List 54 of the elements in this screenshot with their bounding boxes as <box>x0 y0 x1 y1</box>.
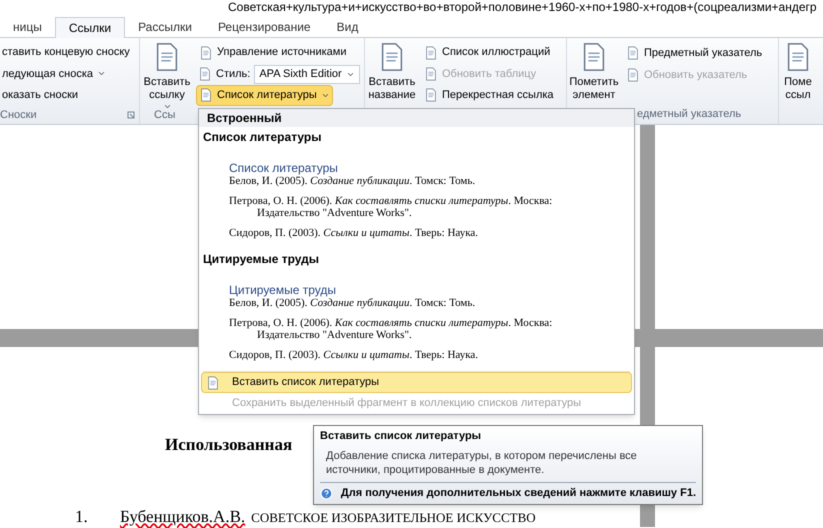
reference-entry: Сидоров, П. (2003). Ссылки и цитаты. Тверь: Наука. <box>229 227 480 239</box>
large-ribbon-button[interactable]: Поме ссыл <box>781 42 815 106</box>
ribbon-button[interactable]: ставить концевую сноску <box>2 42 130 64</box>
document-icon <box>424 88 438 102</box>
reference-entry: Петрова, О. Н. (2006). Как составлять списки литературы. Москва: Издательство "Adventure Works". <box>229 195 554 219</box>
document-icon <box>198 67 212 81</box>
ribbon-button[interactable]: Предметный указатель <box>623 42 766 64</box>
document-icon <box>626 46 640 60</box>
preview-title: Цитируемые труды <box>229 283 336 297</box>
reference-entry: Белов, И. (2005). Создание публикации. Томск: Томь. <box>229 297 476 309</box>
tooltip-title: Вставить список литературы <box>320 429 482 443</box>
style-label: Стиль: <box>216 66 250 82</box>
large-ribbon-button[interactable]: Пометить элемент <box>569 42 619 106</box>
section-label: Список литературы <box>202 129 322 145</box>
ribbon-button[interactable]: оказать сноски <box>2 84 130 106</box>
document-icon <box>199 46 213 60</box>
menu-header: Встроенный <box>207 110 282 127</box>
caret-icon <box>162 102 172 111</box>
book-title: СОВЕТСКОЕ ИЗОБРАЗИТЕЛЬНОЕ ИСКУССТВО <box>251 509 536 527</box>
help-icon <box>320 486 333 501</box>
large-ribbon-button[interactable]: Вставить ссылку <box>142 42 192 106</box>
ribbon-tab[interactable]: ницы <box>0 16 55 37</box>
group-label: едметный указатель <box>637 107 742 122</box>
document-heading: Использованная <box>165 435 292 455</box>
ribbon-button[interactable]: Управление источниками <box>196 42 350 64</box>
ribbon-tab[interactable]: Вид <box>324 16 372 37</box>
author-name: Бубенщиков.А.В. <box>120 507 246 527</box>
style-select[interactable]: APA Sixth Editior <box>254 64 360 84</box>
group-label: Ссы <box>154 108 176 123</box>
ribbon-button[interactable]: Список иллюстраций <box>421 42 554 64</box>
document-icon <box>626 68 640 82</box>
document-icon <box>199 88 213 102</box>
ribbon-tab[interactable]: Ссылки <box>54 17 126 38</box>
ribbon-tab[interactable]: Рассылки <box>125 16 205 37</box>
preview-title: Список литературы <box>229 161 338 175</box>
large-ribbon-button[interactable]: Вставить название <box>367 42 417 106</box>
document-icon <box>206 376 220 390</box>
ribbon-tab[interactable]: Рецензирование <box>204 16 324 37</box>
tooltip-description: Добавление списка литературы, в котором перечислены все источники, процитированные в документе. <box>325 449 638 477</box>
reference-entry: Сидоров, П. (2003). Ссылки и цитаты. Тверь: Наука. <box>229 349 480 361</box>
menu-item[interactable]: Вставить список литературы <box>201 372 632 393</box>
reference-entry: Петрова, О. Н. (2006). Как составлять списки литературы. Москва: Издательство "Adventure Works". <box>229 317 554 341</box>
tooltip-help: Для получения дополнительных сведений нажмите клавишу F1. <box>340 486 696 501</box>
group-label: Сноски <box>0 108 37 123</box>
list-number: 1. <box>75 507 89 527</box>
dialog-launcher-icon[interactable] <box>127 111 135 119</box>
document-icon <box>424 46 438 60</box>
ribbon-button[interactable]: Список литературы <box>196 84 333 106</box>
section-label: Цитируемые труды <box>202 251 320 267</box>
ribbon-button[interactable]: Перекрестная ссылка <box>421 84 557 106</box>
window-title: Советская+культура+и+искусство+во+второй+половине+1960-х+по+1980-х+годов+(соцреализми+андегр <box>228 0 817 14</box>
document-icon <box>424 66 438 81</box>
reference-entry: Белов, И. (2005). Создание публикации. Томск: Томь. <box>229 175 476 187</box>
ribbon-button[interactable]: ледующая сноска <box>2 63 130 85</box>
